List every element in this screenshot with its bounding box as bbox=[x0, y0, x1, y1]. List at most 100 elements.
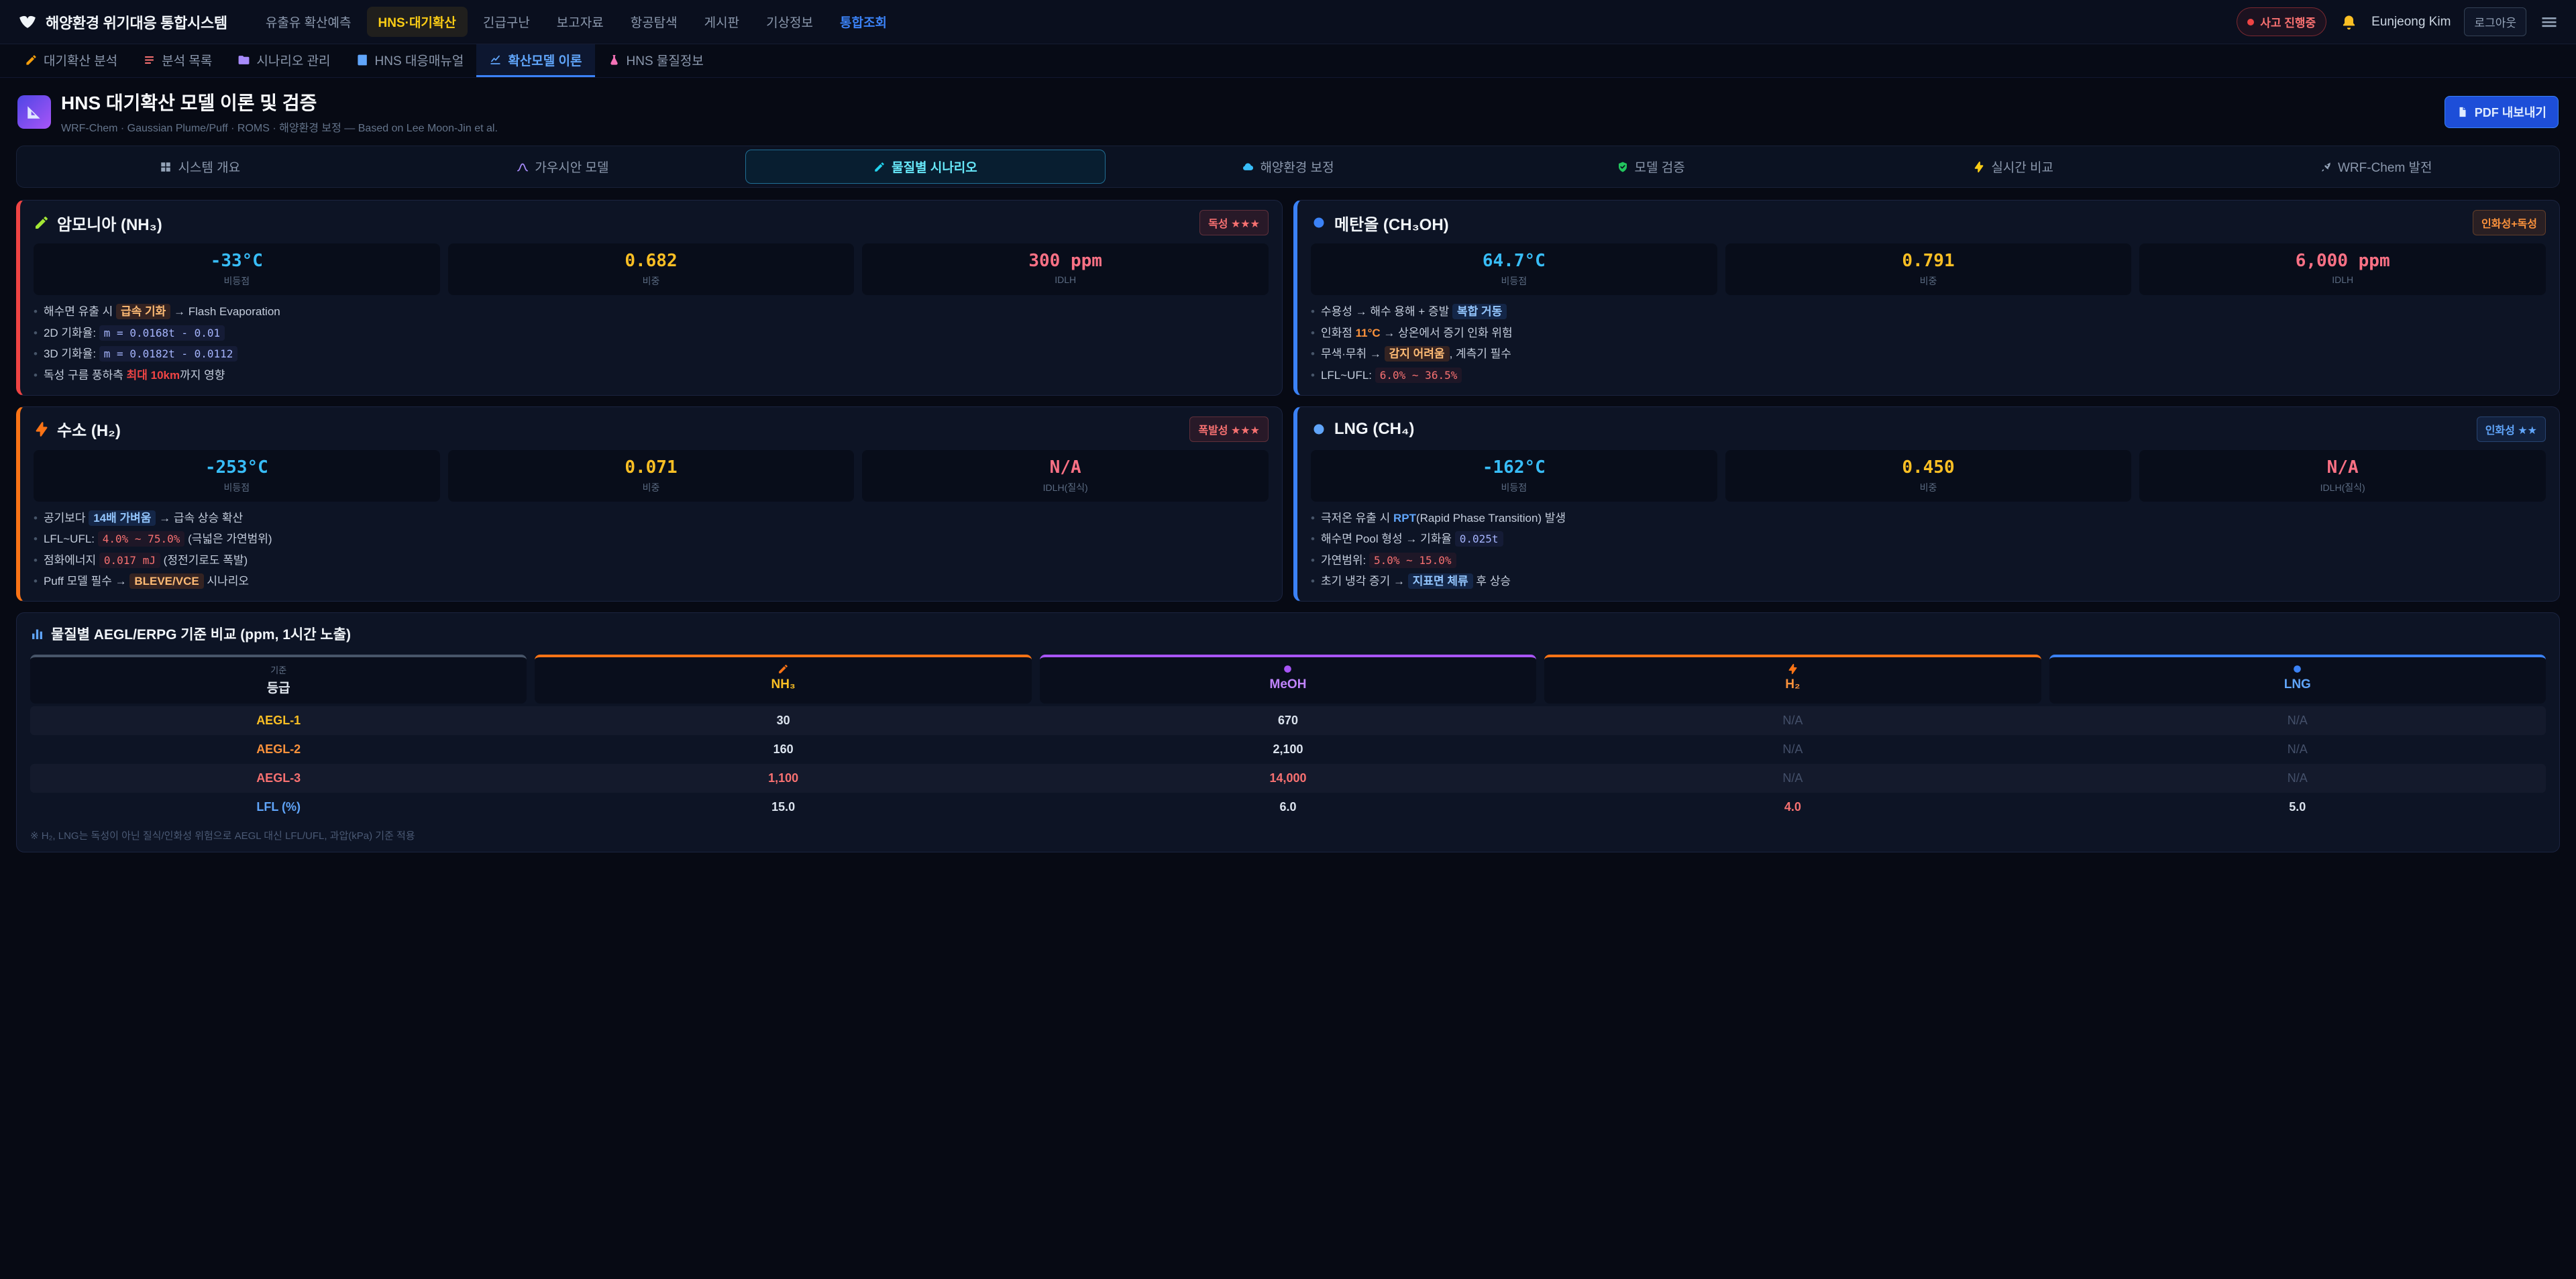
bullet-text: 극저온 유출 시 RPT(Rapid Phase Transition) 발생 bbox=[1321, 510, 1566, 527]
wing-icon bbox=[17, 12, 38, 32]
stat-box: N/AIDLH(질식) bbox=[862, 450, 1269, 502]
section-tab-label: 실시간 비교 bbox=[1991, 158, 2053, 176]
table-cell: 670 bbox=[1040, 706, 1536, 735]
logout-button[interactable]: 로그아웃 bbox=[2464, 7, 2526, 36]
section-tab-4[interactable]: 모델 검증 bbox=[1470, 150, 1831, 184]
card-header: 수소 (H₂)폭발성 ★★★ bbox=[34, 416, 1269, 442]
substance-card-nh3: 암모니아 (NH₃)독성 ★★★ -33°C비등점0.682비중300 ppmID… bbox=[16, 200, 1283, 396]
row-label: AEGL-2 bbox=[30, 735, 527, 764]
substance-card-h2: 수소 (H₂)폭발성 ★★★ -253°C 비등점 0.071 비중 N/AIDLH(질식… bbox=[16, 406, 1283, 602]
cloud-icon bbox=[1242, 161, 1254, 173]
topnav-item-0[interactable]: 유출유 확산예측 bbox=[254, 7, 363, 37]
stats-row: -33°C비등점0.682비중300 ppmIDLH bbox=[34, 243, 1269, 295]
stats-row: 64.7°C비등점0.791비중6,000 ppmIDLH bbox=[1311, 243, 2546, 295]
bullet-dot-icon: • bbox=[34, 573, 38, 590]
table-col-label: H₂ bbox=[1548, 677, 2037, 692]
bolt-icon bbox=[1973, 161, 1985, 173]
stat-value: 64.7°C bbox=[1316, 251, 1712, 271]
stat-box: -162°C비등점 bbox=[1311, 450, 1717, 502]
circle-icon bbox=[1311, 215, 1327, 231]
section-tab-3[interactable]: 해양환경 보정 bbox=[1108, 150, 1468, 184]
folder-icon bbox=[237, 54, 250, 66]
stat-label: 비등점 bbox=[1316, 274, 1712, 288]
stat-value: 0.071 bbox=[453, 457, 849, 478]
topnav-item-1[interactable]: HNS·대기확산 bbox=[367, 7, 468, 37]
bullet-text: 무색·무취 → 감지 어려움, 계측기 필수 bbox=[1321, 346, 1511, 363]
card-header: 암모니아 (NH₃)독성 ★★★ bbox=[34, 210, 1269, 235]
section-tab-6[interactable]: WRF-Chem 발전 bbox=[2196, 150, 2556, 184]
topnav-item-2[interactable]: 긴급구난 bbox=[472, 7, 541, 37]
stat-box: 64.7°C 비등점 bbox=[1311, 243, 1717, 295]
table-body: AEGL-130670N/AN/AAEGL-21602,100N/AN/AAEG… bbox=[30, 706, 2546, 822]
subnav-tab-3[interactable]: HNS 대응매뉴얼 bbox=[343, 44, 477, 77]
subnav-tab-5[interactable]: HNS 물질정보 bbox=[595, 44, 716, 77]
stat-label: 비등점 bbox=[1316, 481, 1712, 494]
bullet-dot-icon: • bbox=[1311, 510, 1315, 527]
bullet-dot-icon: • bbox=[34, 368, 38, 384]
pdf-export-button[interactable]: PDF 내보내기 bbox=[2445, 96, 2559, 128]
hamburger-menu-icon[interactable] bbox=[2540, 13, 2559, 32]
substance-title: 암모니아 (NH₃) bbox=[57, 211, 162, 235]
page-header-icon-box bbox=[17, 95, 51, 129]
bullet-dot-icon: • bbox=[34, 325, 38, 342]
section-tab-label: 모델 검증 bbox=[1635, 158, 1685, 176]
page-subtitle: WRF-Chem · Gaussian Plume/Puff · ROMS · … bbox=[61, 119, 498, 135]
brand-logo[interactable]: 해양환경 위기대응 통합시스템 bbox=[17, 11, 227, 33]
property-bullet: •3D 기화율: m = 0.0182t - 0.0112 bbox=[34, 346, 1269, 363]
stat-box: 0.682비중 bbox=[448, 243, 855, 295]
subnav-tab-0[interactable]: 대기확산 분석 bbox=[12, 44, 130, 77]
page-header: HNS 대기확산 모델 이론 및 검증 WRF-Chem · Gaussian … bbox=[0, 78, 2576, 143]
property-bullet: •LFL~UFL: 4.0% ~ 75.0% (극넓은 가연범위) bbox=[34, 531, 1269, 548]
bolt-icon bbox=[34, 421, 50, 437]
sub-navbar: 대기확산 분석분석 목록시나리오 관리HNS 대응매뉴얼확산모델 이론HNS 물… bbox=[0, 44, 2576, 78]
table-col-header-3: H₂ bbox=[1544, 655, 2041, 704]
stat-box: 300 ppmIDLH bbox=[862, 243, 1269, 295]
table-footnote: ※ H₂, LNG는 독성이 아닌 질식/인화성 위험으로 AEGL 대신 LF… bbox=[30, 828, 2546, 842]
row-label: LFL (%) bbox=[30, 793, 527, 822]
bullet-text: 공기보다 14배 가벼움 → 급속 상승 확산 bbox=[44, 510, 243, 527]
table-cell: N/A bbox=[1544, 706, 2041, 735]
substance-title: 메탄올 (CH₃OH) bbox=[1334, 211, 1449, 235]
bolt-icon bbox=[1787, 663, 1799, 675]
property-bullet: •공기보다 14배 가벼움 → 급속 상승 확산 bbox=[34, 510, 1269, 527]
table-col-label: LNG bbox=[2053, 677, 2542, 692]
subnav-tab-1[interactable]: 분석 목록 bbox=[130, 44, 225, 77]
table-cell: N/A bbox=[2049, 706, 2546, 735]
property-bullet: •독성 구름 풍하측 최대 10km까지 영향 bbox=[34, 368, 1269, 384]
property-bullet: • 극저온 유출 시 RPT(Rapid Phase Transition) 발생 bbox=[1311, 510, 2546, 527]
table-cell: 6.0 bbox=[1040, 793, 1536, 822]
gauss-icon bbox=[517, 161, 529, 173]
topnav-item-6[interactable]: 기상정보 bbox=[755, 7, 824, 37]
topnav-item-5[interactable]: 게시판 bbox=[693, 7, 751, 37]
table-title-row: 물질별 AEGL/ERPG 기준 비교 (ppm, 1시간 노출) bbox=[30, 624, 2546, 644]
bullet-text: 3D 기화율: m = 0.0182t - 0.0112 bbox=[44, 346, 237, 363]
section-tab-0[interactable]: 시스템 개요 bbox=[20, 150, 380, 184]
table-row-aegl-3: AEGL-31,10014,000N/AN/A bbox=[30, 764, 2546, 793]
stat-label: 비중 bbox=[453, 481, 849, 494]
user-name: Eunjeong Kim bbox=[2371, 15, 2451, 30]
stat-label: 비등점 bbox=[39, 481, 435, 494]
section-tab-2[interactable]: 물질별 시나리오 bbox=[745, 150, 1106, 184]
top-navbar: 해양환경 위기대응 통합시스템 유출유 확산예측HNS·대기확산긴급구난보고자료… bbox=[0, 0, 2576, 44]
table-cell: 14,000 bbox=[1040, 764, 1536, 793]
chart-icon bbox=[489, 54, 502, 66]
topnav-item-4[interactable]: 항공탐색 bbox=[619, 7, 689, 37]
topnav-item-3[interactable]: 보고자료 bbox=[545, 7, 615, 37]
bullet-text: 인화점 11°C → 상온에서 증기 인화 위험 bbox=[1321, 325, 1513, 342]
pencil-icon bbox=[777, 663, 789, 675]
bell-icon[interactable] bbox=[2340, 13, 2358, 31]
hazard-badge: 인화성+독성 bbox=[2473, 210, 2546, 235]
stat-value: -253°C bbox=[39, 457, 435, 478]
row-label: AEGL-1 bbox=[30, 706, 527, 735]
subnav-tab-2[interactable]: 시나리오 관리 bbox=[225, 44, 343, 77]
brand-title: 해양환경 위기대응 통합시스템 bbox=[46, 11, 227, 33]
table-row-aegl-2: AEGL-21602,100N/AN/A bbox=[30, 735, 2546, 764]
section-tab-5[interactable]: 실시간 비교 bbox=[1833, 150, 2194, 184]
pencil-icon bbox=[34, 215, 50, 231]
subnav-tab-4[interactable]: 확산모델 이론 bbox=[476, 44, 594, 77]
stat-box: N/AIDLH(질식) bbox=[2139, 450, 2546, 502]
bullet-text: 해수면 유출 시 급속 기화 → Flash Evaporation bbox=[44, 304, 280, 321]
bullet-text: 가연범위: 5.0% ~ 15.0% bbox=[1321, 553, 1456, 569]
topnav-item-7[interactable]: 통합조회 bbox=[828, 7, 898, 37]
section-tab-1[interactable]: 가우시안 모델 bbox=[383, 150, 743, 184]
